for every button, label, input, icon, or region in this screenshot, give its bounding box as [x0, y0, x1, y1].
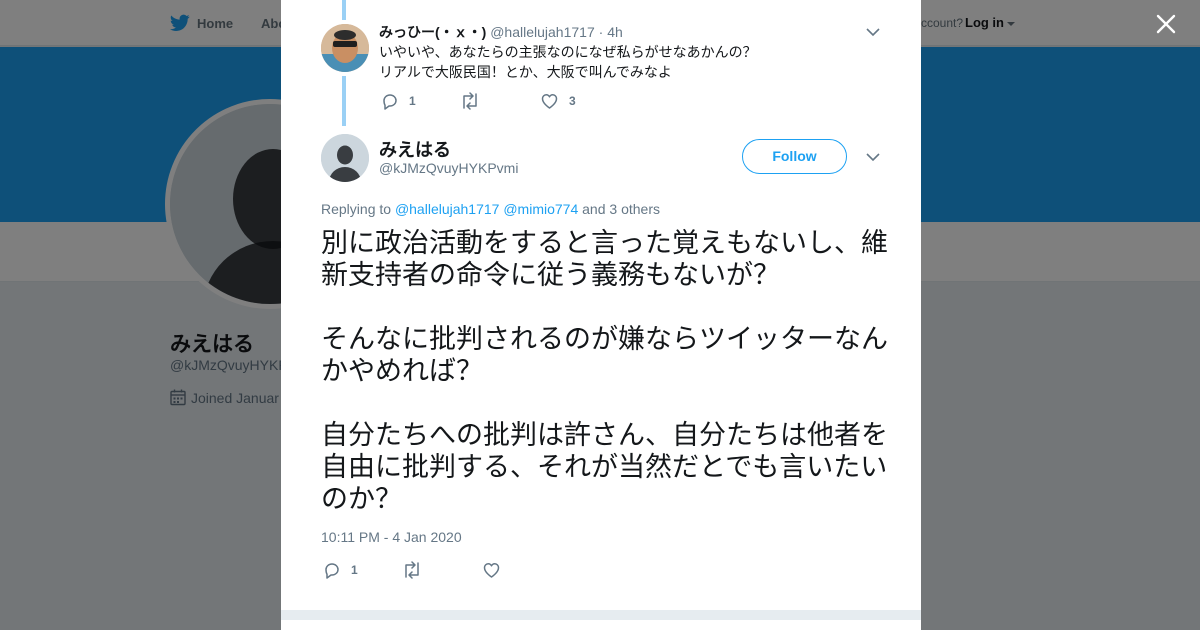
- parent-tweet-text: いやいや、あなたらの主張なのになぜ私らがせなあかんの？ リアルで大阪民国！とか、…: [379, 42, 757, 82]
- parent-like-button[interactable]: 3: [540, 92, 576, 110]
- replying-user-link[interactable]: @hallelujah1717: [395, 201, 500, 217]
- close-icon[interactable]: [1154, 12, 1178, 36]
- parent-tweet-separator: ·: [598, 24, 604, 40]
- parent-reply-button[interactable]: 1: [381, 92, 416, 110]
- main-tweet-name[interactable]: みえはる: [379, 136, 451, 162]
- reply-icon: [383, 94, 397, 110]
- main-tweet-text: 別に政治活動をすると言った覚えもないし、維新支持者の命令に従う義務もないが？ そ…: [321, 227, 891, 515]
- tweet-paragraph: そんなに批判されるのが嫌ならツイッターなんかやめれば？: [321, 324, 888, 386]
- thread-connector-top: [342, 0, 346, 20]
- reply-icon: [325, 563, 339, 579]
- parent-like-count: 3: [569, 94, 576, 108]
- retweet-icon: [405, 561, 419, 579]
- chevron-down-icon[interactable]: [866, 152, 880, 162]
- tweet-paragraph: 自分たちへの批判は許さん、自分たちは他者を自由に批判する、それが当然だとでも言い…: [321, 420, 888, 514]
- user-avatar-image: [321, 24, 369, 72]
- replying-to-line: Replying to @hallelujah1717 @mimio774 an…: [321, 201, 660, 217]
- parent-tweet-name[interactable]: みっひー(・ｘ・): [379, 24, 486, 40]
- tweet-paragraph: 別に政治活動をすると言った覚えもないし、維新支持者の命令に従う義務もないが？: [321, 228, 888, 290]
- chevron-down-icon[interactable]: [866, 27, 880, 37]
- tweet-timestamp[interactable]: 10:11 PM - 4 Jan 2020: [321, 529, 462, 545]
- main-like-button[interactable]: [482, 561, 511, 579]
- replying-prefix: Replying to: [321, 201, 392, 217]
- main-tweet-handle[interactable]: @kJMzQvuyHYKPvmi: [379, 160, 518, 176]
- parent-tweet-avatar[interactable]: [321, 24, 369, 72]
- parent-tweet-line: リアルで大阪民国！とか、大阪で叫んでみなよ: [379, 64, 672, 80]
- main-tweet-avatar[interactable]: [321, 134, 369, 182]
- parent-tweet-line: いやいや、あなたらの主張なのになぜ私らがせなあかんの？: [379, 44, 757, 60]
- default-avatar-icon: [321, 134, 369, 182]
- main-retweet-button[interactable]: [401, 561, 433, 579]
- parent-tweet-handle[interactable]: @hallelujah1717: [490, 24, 595, 40]
- heart-icon: [541, 94, 558, 109]
- main-reply-count: 1: [351, 563, 358, 577]
- parent-retweet-button[interactable]: [459, 92, 491, 110]
- follow-button[interactable]: Follow: [742, 139, 847, 174]
- main-reply-button[interactable]: 1: [323, 561, 358, 579]
- heart-icon: [483, 563, 500, 578]
- modal-divider: [281, 610, 921, 620]
- replying-others[interactable]: and 3 others: [582, 201, 660, 217]
- retweet-icon: [463, 92, 477, 110]
- parent-tweet-time[interactable]: 4h: [607, 24, 623, 40]
- parent-tweet-header: みっひー(・ｘ・) @hallelujah1717 · 4h: [379, 22, 623, 42]
- parent-reply-count: 1: [409, 94, 416, 108]
- thread-connector: [342, 76, 346, 126]
- replying-user-link[interactable]: @mimio774: [503, 201, 578, 217]
